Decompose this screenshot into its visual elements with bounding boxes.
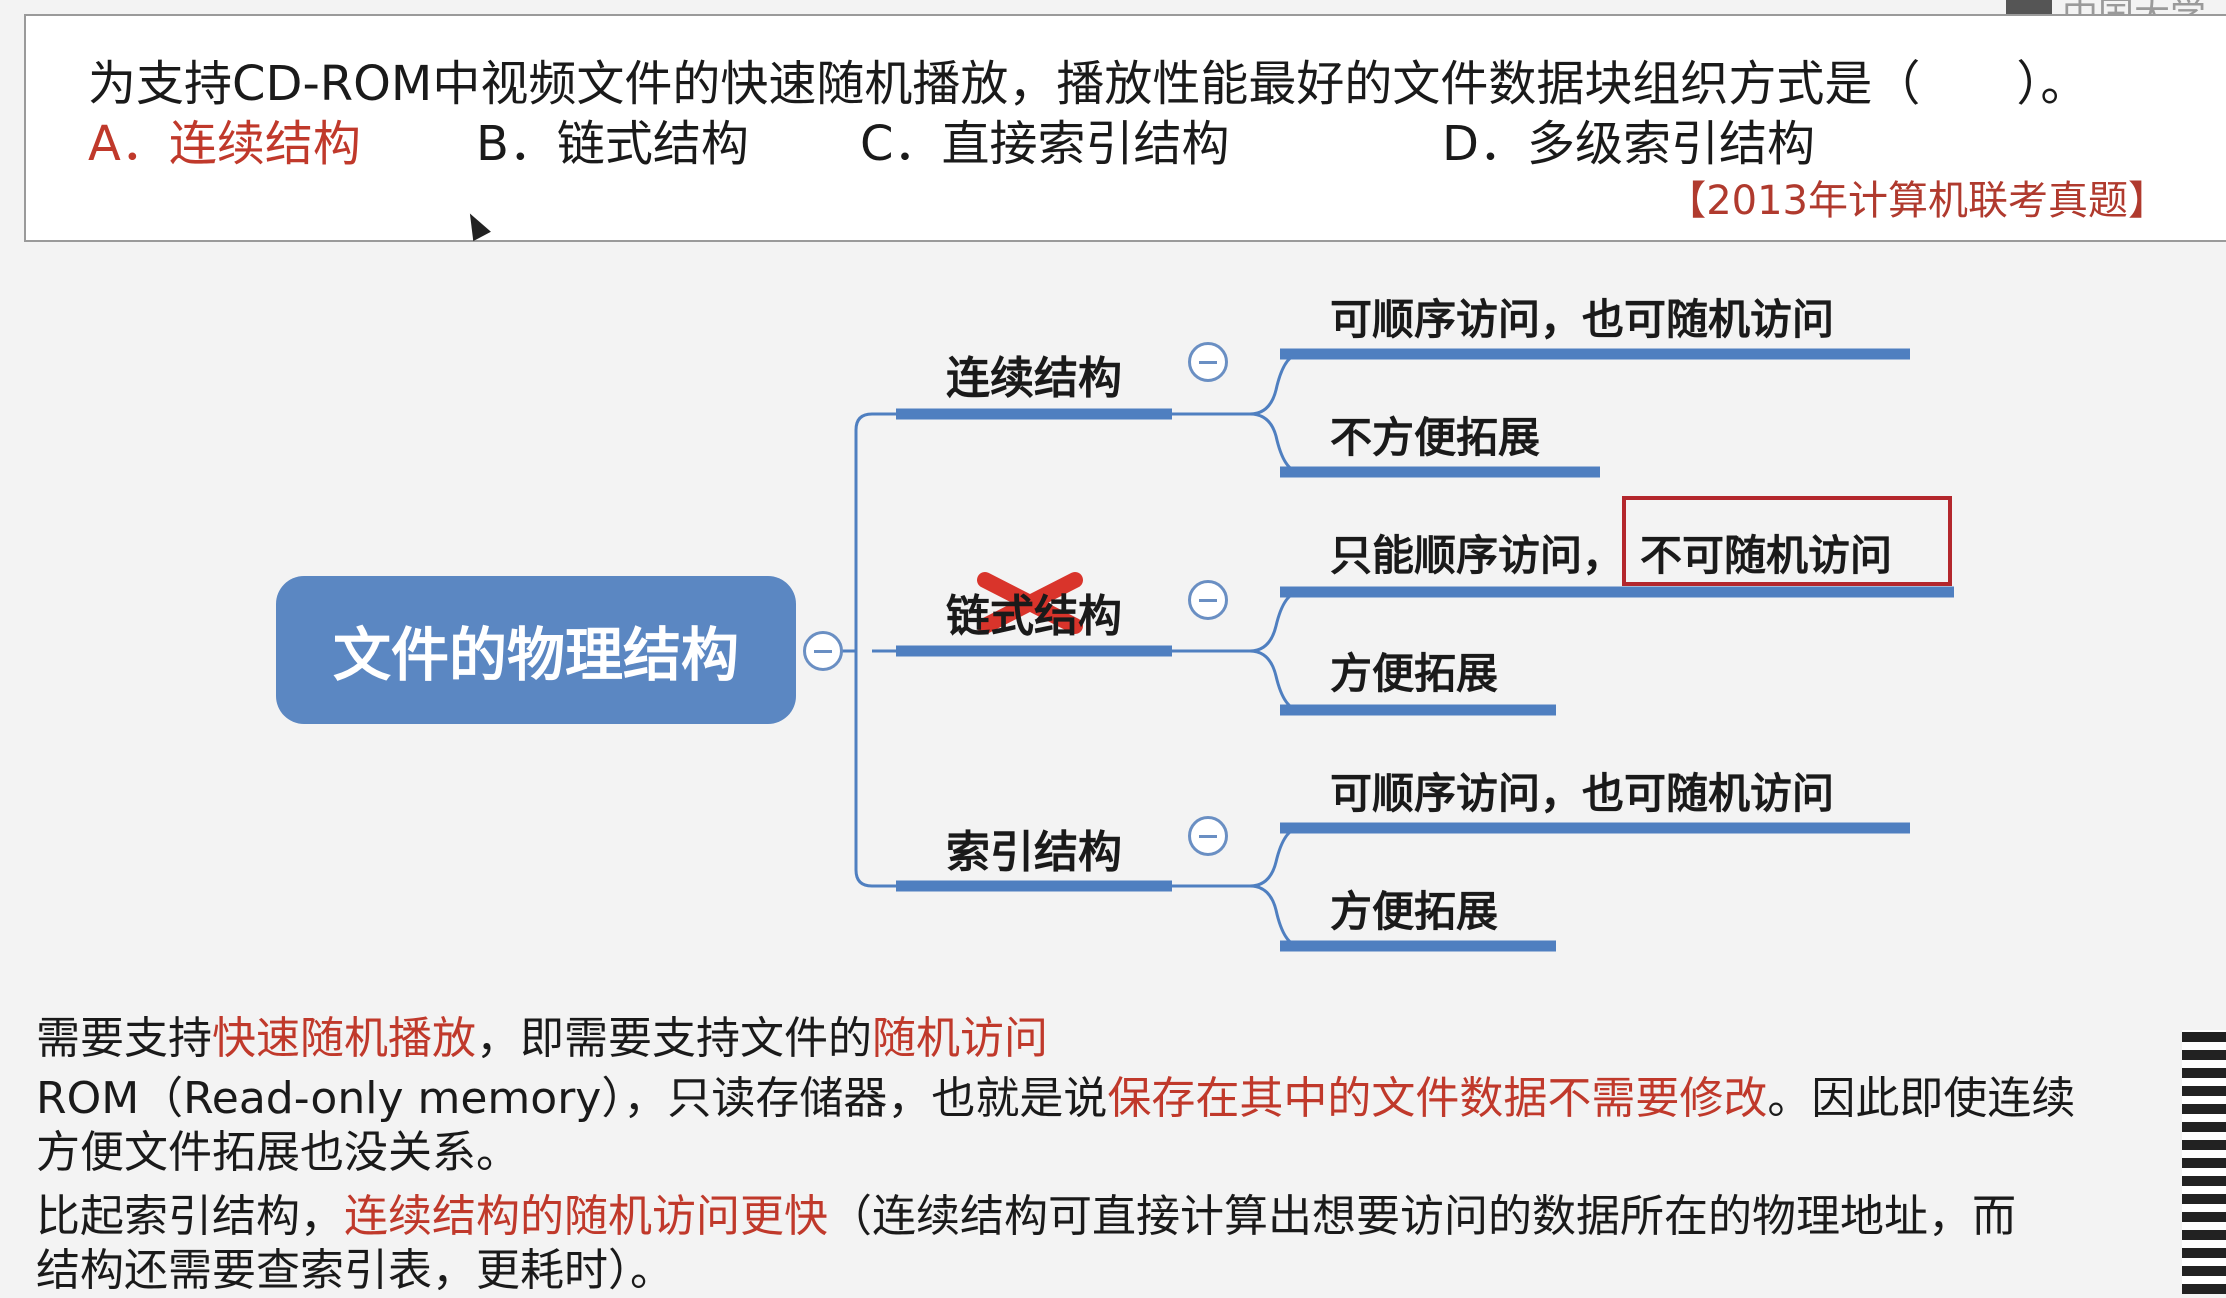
leaf-label: 方便拓展: [1330, 649, 1499, 698]
branch-contiguous: 连续结构: [946, 353, 1122, 404]
question-box: 为支持CD-ROM中视频文件的快速随机播放，播放性能最好的文件数据块组织方式是（…: [24, 14, 2226, 242]
leaf-label-highlighted: 不可随机访问: [1640, 531, 1893, 580]
qr-code-icon: [2182, 1030, 2226, 1294]
branch-linked: 链式结构: [946, 591, 1122, 642]
collapse-icon[interactable]: [1188, 816, 1228, 856]
leaf-label: 可顺序访问，也可随机访问: [1330, 769, 1835, 818]
option-b: B．链式结构: [476, 116, 749, 172]
option-a: A．连续结构: [88, 116, 361, 172]
collapse-icon[interactable]: [803, 631, 843, 671]
explanation-line-5: 结构还需要查索引表，更耗时）。: [36, 1245, 674, 1296]
leaf-label: 只能顺序访问，: [1330, 531, 1625, 580]
collapse-icon[interactable]: [1188, 342, 1228, 382]
leaf-label: 可顺序访问，也可随机访问: [1330, 295, 1835, 344]
mind-map: 文件的物理结构 连续结构 可顺序访问，也可随机访问 不方便拓展 链式结构 只能顺…: [0, 250, 2226, 970]
root-node: 文件的物理结构: [276, 576, 796, 724]
mouse-cursor-icon: [461, 208, 491, 242]
question-source: 【2013年计算机联考真题】: [1666, 178, 2168, 224]
leaf-label: 方便拓展: [1330, 887, 1499, 936]
explanation-line-3: 方便文件拓展也没关系。: [36, 1127, 520, 1178]
collapse-icon[interactable]: [1188, 580, 1228, 620]
explanation-line-1: 需要支持快速随机播放，即需要支持文件的随机访问: [36, 1013, 1048, 1064]
branch-indexed: 索引结构: [946, 827, 1122, 878]
option-c: C．直接索引结构: [860, 116, 1230, 172]
option-d: D．多级索引结构: [1442, 116, 1815, 172]
leaf-label: 不方便拓展: [1330, 413, 1541, 462]
